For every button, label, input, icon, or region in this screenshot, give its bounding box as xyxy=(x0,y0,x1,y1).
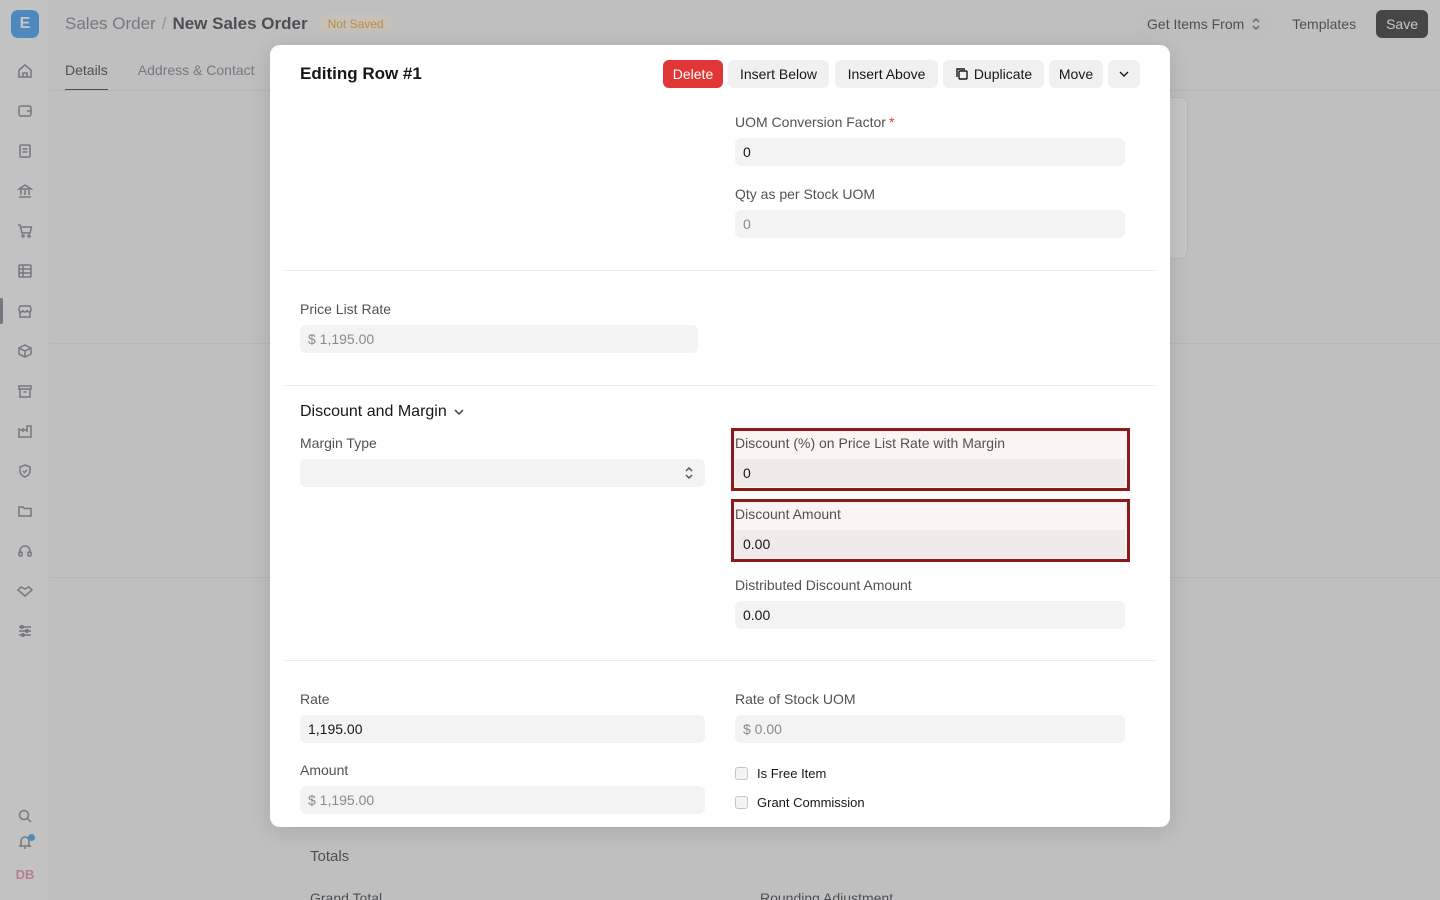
grant-commission-checkbox-row[interactable]: Grant Commission xyxy=(735,795,865,810)
margin-type-label: Margin Type xyxy=(300,435,377,451)
more-actions-button[interactable] xyxy=(1108,60,1140,88)
qty-stock-uom-field: 0 xyxy=(735,210,1125,238)
distributed-discount-input[interactable]: 0.00 xyxy=(735,601,1125,629)
chevron-down-icon xyxy=(1119,71,1129,77)
duplicate-label: Duplicate xyxy=(973,66,1033,82)
insert-below-button[interactable]: Insert Below xyxy=(728,60,829,88)
distributed-discount-label: Distributed Discount Amount xyxy=(735,577,912,593)
is-free-item-checkbox[interactable] xyxy=(735,767,748,780)
is-free-item-label: Is Free Item xyxy=(757,766,827,781)
qty-stock-uom-label: Qty as per Stock UOM xyxy=(735,186,876,202)
section-title: Discount and Margin xyxy=(300,403,447,420)
rate-stock-uom-field: $ 0.00 xyxy=(735,715,1125,743)
discount-percentage-input[interactable]: 0 xyxy=(735,459,1125,487)
delete-button[interactable]: Delete xyxy=(663,60,723,88)
move-button[interactable]: Move xyxy=(1049,60,1103,88)
section-divider xyxy=(285,385,1155,386)
rate-label: Rate xyxy=(300,691,330,707)
section-divider xyxy=(285,660,1155,661)
edit-row-dialog: Editing Row #1 Delete Insert Below Inser… xyxy=(270,45,1170,827)
discount-amount-input[interactable]: 0.00 xyxy=(735,530,1125,558)
amount-label: Amount xyxy=(300,762,349,778)
discount-amount-label: Discount Amount xyxy=(735,506,841,522)
grant-commission-checkbox[interactable] xyxy=(735,796,748,809)
is-free-item-checkbox-row[interactable]: Is Free Item xyxy=(735,766,826,781)
grant-commission-label: Grant Commission xyxy=(757,795,865,810)
dialog-title: Editing Row #1 xyxy=(300,64,422,83)
chevron-up-down-icon xyxy=(683,466,695,480)
price-list-rate-label: Price List Rate xyxy=(300,301,392,317)
chevron-down-icon xyxy=(454,409,464,416)
amount-field: $ 1,195.00 xyxy=(300,786,705,814)
duplicate-button[interactable]: Duplicate xyxy=(943,60,1044,88)
insert-above-button[interactable]: Insert Above xyxy=(835,60,938,88)
section-divider xyxy=(285,270,1155,271)
price-list-rate-field: $ 1,195.00 xyxy=(300,325,698,353)
rate-input[interactable]: 1,195.00 xyxy=(300,715,705,743)
discount-margin-section-toggle[interactable]: Discount and Margin xyxy=(300,403,465,421)
rate-stock-uom-label: Rate of Stock UOM xyxy=(735,691,856,707)
required-mark: * xyxy=(888,114,895,130)
copy-icon xyxy=(956,68,968,80)
uom-conversion-factor-input[interactable]: 0 xyxy=(735,138,1125,166)
margin-type-select[interactable] xyxy=(300,459,705,487)
uom-conversion-factor-label: UOM Conversion Factor * xyxy=(735,114,895,130)
discount-percentage-label: Discount (%) on Price List Rate with Mar… xyxy=(735,435,1005,451)
